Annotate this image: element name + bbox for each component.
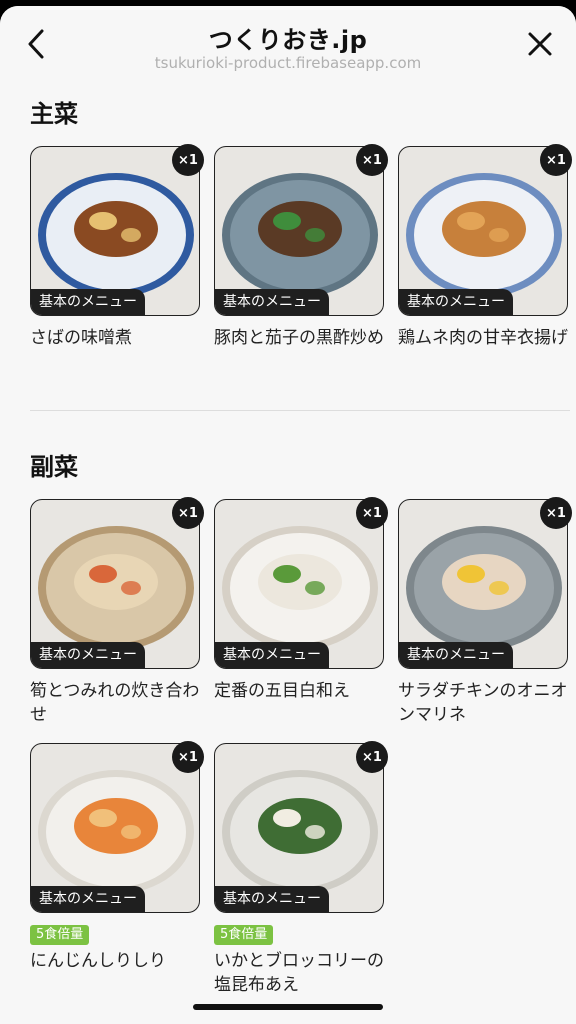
dish-name: 豚肉と茄子の黒酢炒め (214, 328, 384, 348)
dish-photo[interactable]: 基本のメニュー (30, 499, 200, 669)
section-title-main-dish: 主菜 (30, 100, 78, 128)
dish-photo[interactable]: 基本のメニュー (214, 743, 384, 913)
quantity-badge: ×1 (540, 144, 572, 176)
dish-name: さばの味噌煮 (30, 328, 132, 348)
quantity-badge: ×1 (356, 144, 388, 176)
menu-type-tag: 基本のメニュー (31, 289, 145, 315)
quantity-badge: ×1 (540, 497, 572, 529)
quantity-badge: ×1 (172, 497, 204, 529)
portion-badge: 5食倍量 (214, 925, 274, 945)
menu-type-tag: 基本のメニュー (399, 642, 513, 668)
site-title: つくりおき.jp (208, 26, 368, 54)
close-button[interactable] (520, 24, 560, 64)
menu-type-tag: 基本のメニュー (399, 289, 513, 315)
menu-type-tag: 基本のメニュー (215, 289, 329, 315)
dish-photo[interactable]: 基本のメニュー (214, 499, 384, 669)
portion-badge: 5食倍量 (30, 925, 90, 945)
dish-name: サラダチキンのオニオンマリネ (398, 681, 568, 725)
quantity-badge: ×1 (356, 497, 388, 529)
menu-type-tag: 基本のメニュー (215, 886, 329, 912)
dish-photo[interactable]: 基本のメニュー (398, 146, 568, 316)
dish-photo[interactable]: 基本のメニュー (30, 743, 200, 913)
modal-sheet: つくりおき.jp tsukurioki-product.firebaseapp.… (0, 6, 576, 1024)
section-title-side-dish: 副菜 (30, 453, 78, 481)
site-url: tsukurioki-product.firebaseapp.com (154, 54, 422, 72)
dish-photo[interactable]: 基本のメニュー (398, 499, 568, 669)
menu-card[interactable]: 基本のメニュー ×1 さばの味噌煮 (30, 144, 204, 350)
section-divider (30, 410, 570, 411)
dish-name: 定番の五目白和え (214, 681, 350, 701)
dish-name: 鶏ムネ肉の甘辛衣揚げ (398, 328, 568, 348)
quantity-badge: ×1 (172, 144, 204, 176)
menu-card[interactable]: 基本のメニュー ×1 5食倍量にんじんしりしり (30, 741, 204, 973)
menu-card[interactable]: 基本のメニュー ×1 豚肉と茄子の黒酢炒め (214, 144, 388, 350)
dish-name: いかとブロッコリーの塩昆布あえ (214, 951, 384, 995)
dish-name: にんじんしりしり (30, 951, 166, 971)
menu-card[interactable]: 基本のメニュー ×1 サラダチキンのオニオンマリネ (398, 497, 572, 727)
menu-card[interactable]: 基本のメニュー ×1 5食倍量いかとブロッコリーの塩昆布あえ (214, 741, 388, 997)
menu-card[interactable]: 基本のメニュー ×1 筍とつみれの炊き合わせ (30, 497, 204, 727)
dish-photo[interactable]: 基本のメニュー (214, 146, 384, 316)
home-indicator (193, 1004, 383, 1010)
dish-name: 筍とつみれの炊き合わせ (30, 681, 200, 725)
menu-card[interactable]: 基本のメニュー ×1 定番の五目白和え (214, 497, 388, 703)
quantity-badge: ×1 (356, 741, 388, 773)
menu-type-tag: 基本のメニュー (31, 886, 145, 912)
quantity-badge: ×1 (172, 741, 204, 773)
browser-header: つくりおき.jp tsukurioki-product.firebaseapp.… (0, 6, 576, 82)
menu-type-tag: 基本のメニュー (31, 642, 145, 668)
close-icon (528, 32, 552, 56)
dish-photo[interactable]: 基本のメニュー (30, 146, 200, 316)
menu-card[interactable]: 基本のメニュー ×1 鶏ムネ肉の甘辛衣揚げ (398, 144, 572, 350)
menu-type-tag: 基本のメニュー (215, 642, 329, 668)
